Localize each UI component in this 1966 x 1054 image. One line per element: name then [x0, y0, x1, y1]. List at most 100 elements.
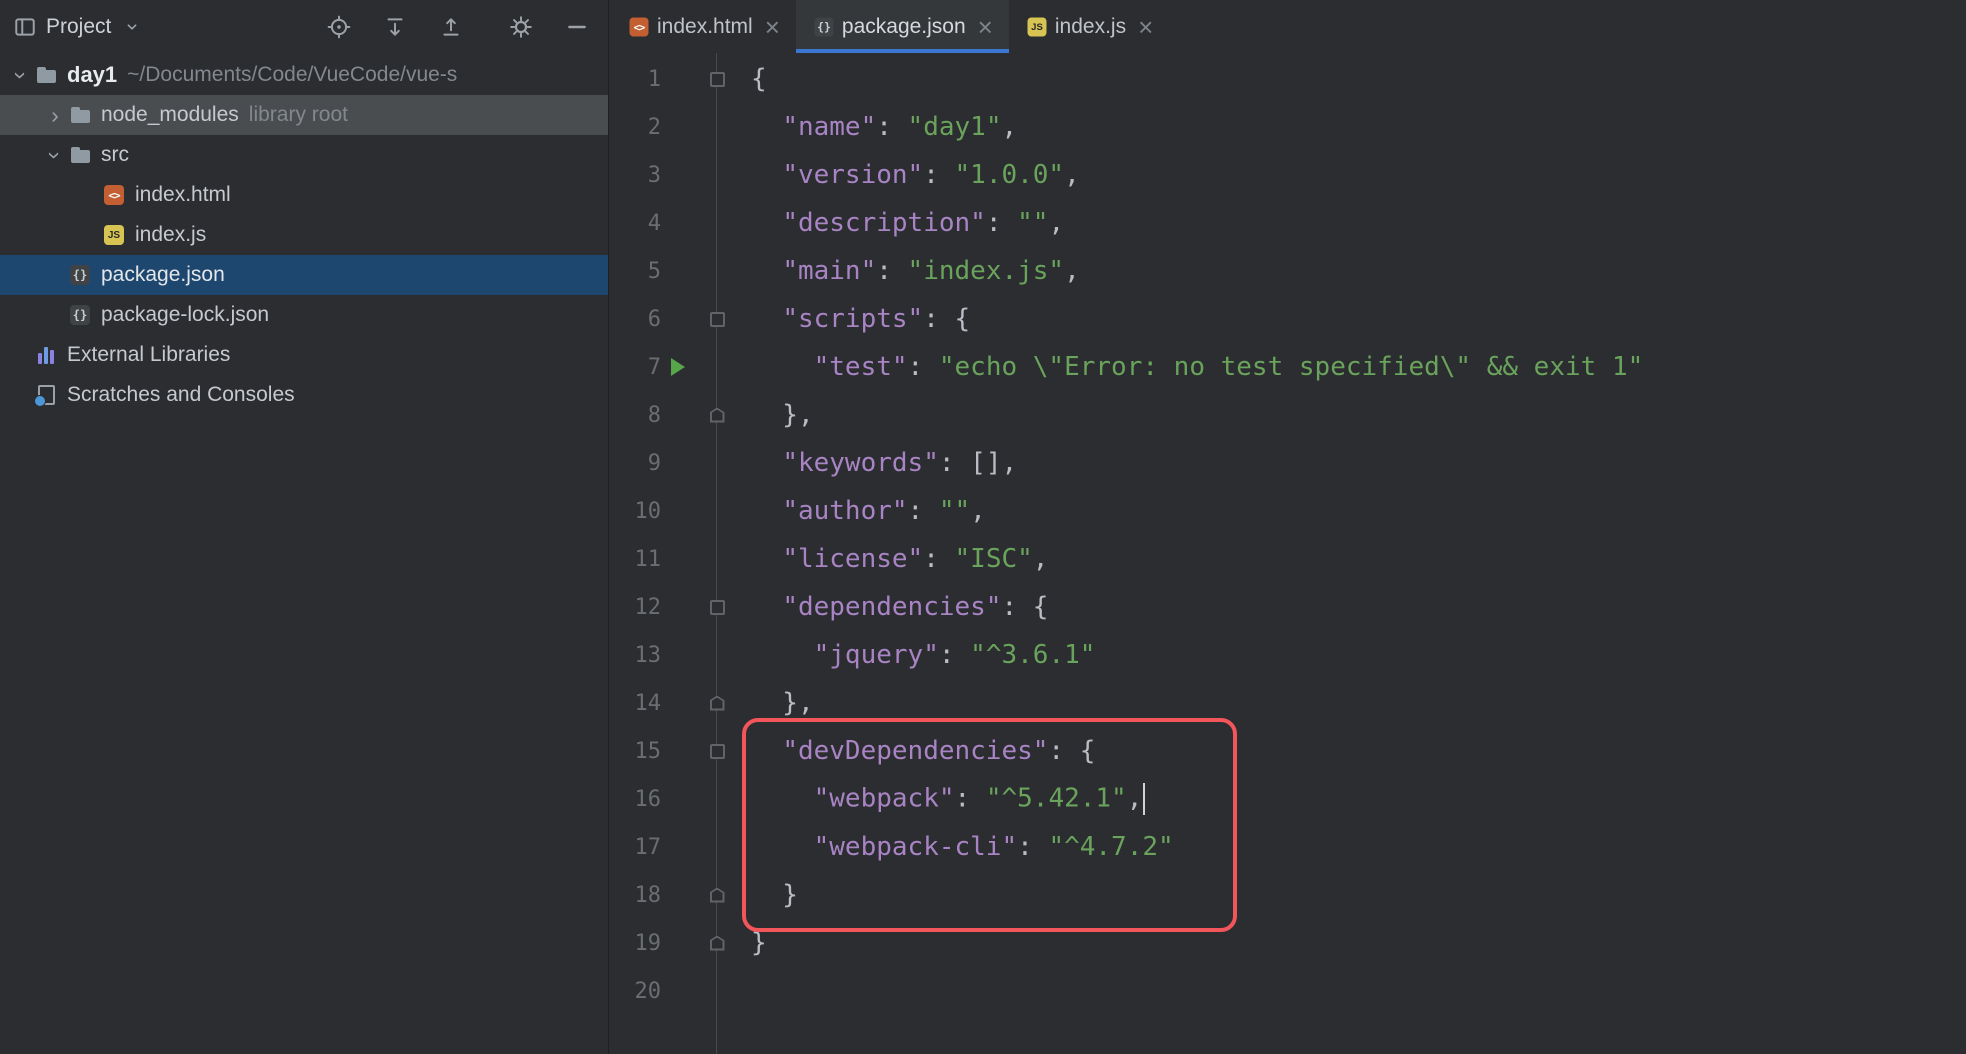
tree-item-index-html[interactable]: <> index.html [0, 175, 608, 215]
tree-item-day1[interactable]: › day1 ~/Documents/Code/VueCode/vue-s [0, 55, 608, 95]
code-line-6[interactable]: 6 "scripts": { [609, 295, 1966, 343]
close-icon[interactable]: × [978, 14, 993, 40]
fold-column [695, 695, 739, 711]
tree-item-external-libraries[interactable]: External Libraries [0, 335, 608, 375]
expand-all-icon[interactable] [382, 14, 408, 40]
gutter-separator [716, 53, 717, 1054]
folder-icon [68, 143, 92, 167]
line-number: 6 [647, 306, 661, 332]
tree-item-src[interactable]: › src [0, 135, 608, 175]
tree-item-node-modules[interactable]: › node_modules library root [0, 95, 608, 135]
code-line-5[interactable]: 5 "main": "index.js", [609, 247, 1966, 295]
line-number: 7 [647, 354, 661, 380]
close-icon[interactable]: × [1138, 14, 1153, 40]
folder-icon [34, 63, 58, 87]
code-text: "author": "", [782, 496, 986, 526]
code-text: "description": "", [782, 208, 1065, 238]
tool-window-icon[interactable] [12, 14, 38, 40]
locate-file-icon[interactable] [326, 14, 352, 40]
collapse-all-icon[interactable] [438, 14, 464, 40]
tree-item-suffix: library root [248, 103, 348, 126]
chevron-down-icon[interactable] [119, 14, 145, 40]
html-icon: <> [102, 183, 126, 207]
fold-start-icon[interactable] [709, 743, 725, 759]
code-line-14[interactable]: 14 }, [609, 679, 1966, 727]
tree-item-package-json[interactable]: {} package.json [0, 255, 608, 295]
code-line-1[interactable]: 1{ [609, 55, 1966, 103]
chevron-expanded-icon[interactable]: › [43, 142, 69, 168]
fold-end-icon[interactable] [709, 935, 725, 951]
code-line-4[interactable]: 4 "description": "", [609, 199, 1966, 247]
fold-end-icon[interactable] [709, 887, 725, 903]
tab-index-html[interactable]: <> index.html × [611, 0, 796, 53]
code-line-9[interactable]: 9 "keywords": [], [609, 439, 1966, 487]
code-line-12[interactable]: 12 "dependencies": { [609, 583, 1966, 631]
code-line-13[interactable]: 13 "jquery": "^3.6.1" [609, 631, 1966, 679]
editor-pane: <> index.html ×{} package.json × JS index.js × … [609, 0, 1966, 1054]
hide-panel-icon[interactable] [564, 14, 590, 40]
fold-start-icon[interactable] [709, 599, 725, 615]
editor[interactable]: 1{2 "name": "day1", 3 "version": "1.0.0",… [609, 53, 1966, 1054]
line-number: 9 [647, 450, 661, 476]
tree-item-package-lock-json[interactable]: {} package-lock.json [0, 295, 608, 335]
tree-item-index-js[interactable]: JS index.js [0, 215, 608, 255]
code-line-3[interactable]: 3 "version": "1.0.0", [609, 151, 1966, 199]
code-line-11[interactable]: 11 "license": "ISC", [609, 535, 1966, 583]
line-number: 13 [634, 642, 662, 668]
settings-gear-icon[interactable] [508, 14, 534, 40]
fold-end-icon[interactable] [709, 695, 725, 711]
code-text: "webpack-cli": "^4.7.2" [813, 832, 1174, 862]
code-line-10[interactable]: 10 "author": "", [609, 487, 1966, 535]
json-icon: {} [68, 263, 92, 287]
code-text: "license": "ISC", [782, 544, 1049, 574]
fold-column [695, 935, 739, 951]
folder-icon [68, 103, 92, 127]
line-number: 4 [647, 210, 661, 236]
line-number: 12 [634, 594, 662, 620]
fold-column [695, 71, 739, 87]
code-line-20[interactable]: 20 [609, 967, 1966, 1015]
line-number: 18 [634, 882, 662, 908]
line-number: 19 [634, 930, 662, 956]
tree-item-label: node_modules [101, 103, 239, 126]
fold-start-icon[interactable] [709, 311, 725, 327]
chevron-expanded-icon[interactable]: › [9, 62, 35, 88]
fold-column [695, 407, 739, 423]
code-text: "scripts": { [782, 304, 971, 334]
line-number: 11 [634, 546, 662, 572]
fold-end-icon[interactable] [709, 407, 725, 423]
chevron-collapsed-icon[interactable]: › [42, 103, 68, 127]
tree-item-label: index.js [135, 223, 207, 246]
tab-package-json[interactable]: {} package.json × [795, 0, 1009, 53]
code-line-2[interactable]: 2 "name": "day1", [609, 103, 1966, 151]
code-line-18[interactable]: 18 } [609, 871, 1966, 919]
code-line-15[interactable]: 15 "devDependencies": { [609, 727, 1966, 775]
code-text: "dependencies": { [782, 592, 1049, 622]
code-text: "main": "index.js", [782, 256, 1080, 286]
toolbar-actions [326, 14, 590, 40]
run-column [661, 358, 695, 376]
code-line-19[interactable]: 19} [609, 919, 1966, 967]
code-text: "test": "echo \"Error: no test specified… [813, 352, 1644, 382]
line-number: 3 [647, 162, 661, 188]
tree-item-scratches-and-consoles[interactable]: Scratches and Consoles [0, 375, 608, 415]
json-icon: {} [813, 15, 836, 38]
tab-label: package.json [841, 14, 966, 38]
code-line-16[interactable]: 16 "webpack": "^5.42.1", [609, 775, 1966, 823]
code-area[interactable]: 1{2 "name": "day1", 3 "version": "1.0.0",… [609, 55, 1966, 1015]
tree-item-label: day1 [67, 62, 118, 87]
js-icon: JS [1025, 15, 1048, 38]
code-line-8[interactable]: 8 }, [609, 391, 1966, 439]
tab-index-js[interactable]: JS index.js × [1009, 0, 1169, 53]
line-number: 20 [634, 978, 662, 1004]
tab-label: index.js [1054, 14, 1127, 38]
panel-title[interactable]: Project [46, 15, 111, 39]
fold-start-icon[interactable] [709, 71, 725, 87]
code-line-7[interactable]: 7 "test": "echo \"Error: no test specifi… [609, 343, 1966, 391]
code-line-17[interactable]: 17 "webpack-cli": "^4.7.2" [609, 823, 1966, 871]
close-icon[interactable]: × [765, 14, 780, 40]
project-tree: › day1 ~/Documents/Code/VueCode/vue-s › node… [0, 53, 608, 1054]
tab-label: index.html [657, 14, 753, 38]
tree-item-label: index.html [135, 183, 231, 206]
run-icon[interactable] [671, 358, 685, 376]
